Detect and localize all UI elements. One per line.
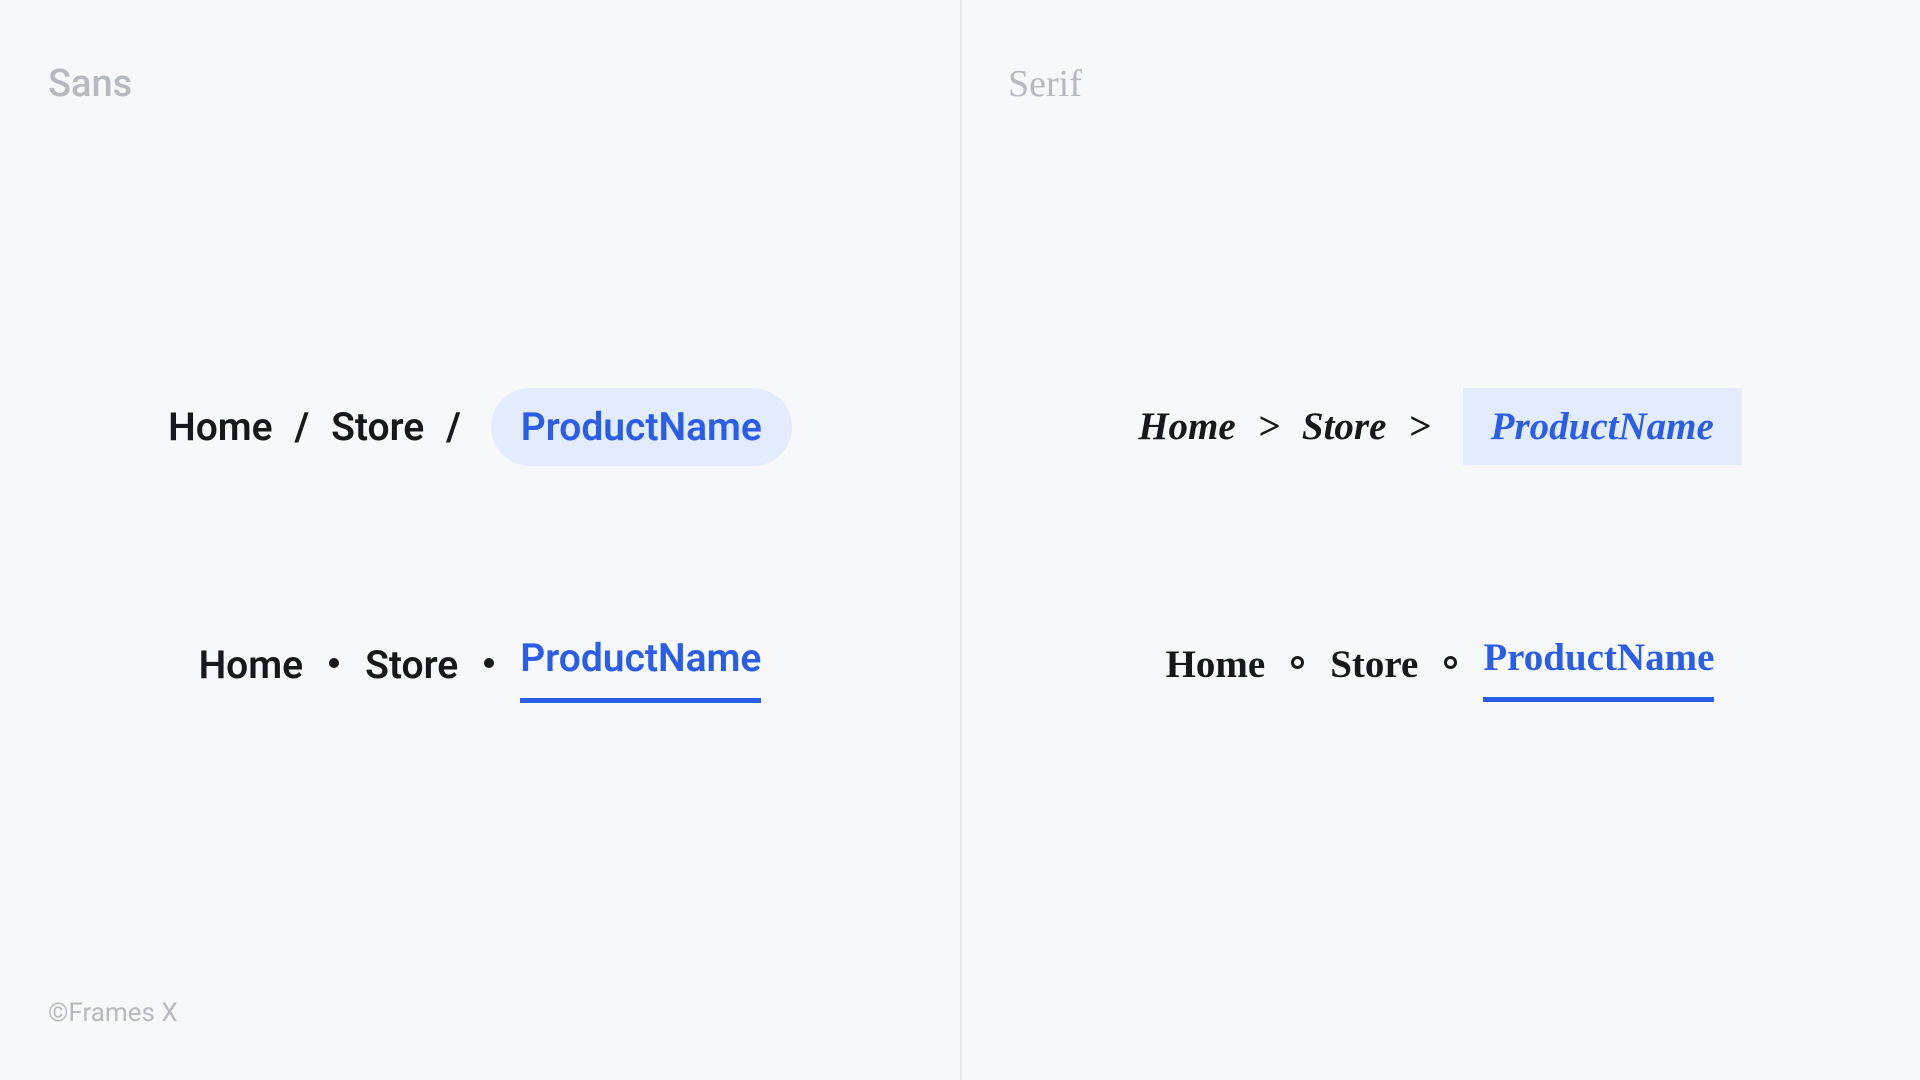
breadcrumb-sans-dot: Home Store ProductName bbox=[0, 635, 960, 695]
crumb-store[interactable]: Store bbox=[1302, 404, 1387, 449]
separator-chevron-icon: > bbox=[1408, 404, 1430, 449]
separator-slash-icon: / bbox=[446, 404, 460, 450]
crumb-home[interactable]: Home bbox=[1166, 642, 1266, 687]
serif-panel: Serif Home > Store > ProductName Home St… bbox=[960, 0, 1920, 1080]
separator-ring-icon bbox=[1291, 656, 1304, 669]
breadcrumb-sans-slash: Home / Store / ProductName bbox=[0, 388, 960, 466]
crumb-home[interactable]: Home bbox=[168, 404, 273, 450]
breadcrumb-serif-ring: Home Store ProductName bbox=[960, 635, 1920, 694]
crumb-store[interactable]: Store bbox=[1330, 642, 1418, 687]
crumb-home[interactable]: Home bbox=[199, 642, 304, 688]
panel-title-sans: Sans bbox=[48, 62, 132, 106]
separator-dot-icon bbox=[484, 658, 494, 668]
separator-chevron-icon: > bbox=[1258, 404, 1280, 449]
crumb-current-product[interactable]: ProductName bbox=[1483, 635, 1714, 694]
breadcrumb-serif-chevron: Home > Store > ProductName bbox=[960, 388, 1920, 465]
crumb-current-product[interactable]: ProductName bbox=[520, 635, 761, 695]
separator-ring-icon bbox=[1444, 656, 1457, 669]
crumb-store[interactable]: Store bbox=[331, 404, 424, 450]
crumb-current-product[interactable]: ProductName bbox=[1463, 388, 1742, 465]
sans-panel: Sans Home / Store / ProductName Home Sto… bbox=[0, 0, 960, 1080]
crumb-home[interactable]: Home bbox=[1138, 404, 1235, 449]
crumb-store[interactable]: Store bbox=[365, 642, 458, 688]
crumb-current-product[interactable]: ProductName bbox=[491, 388, 792, 466]
separator-slash-icon: / bbox=[295, 404, 309, 450]
separator-dot-icon bbox=[329, 658, 339, 668]
panel-title-serif: Serif bbox=[1008, 62, 1082, 106]
footer-credit: ©Frames X bbox=[48, 998, 178, 1028]
